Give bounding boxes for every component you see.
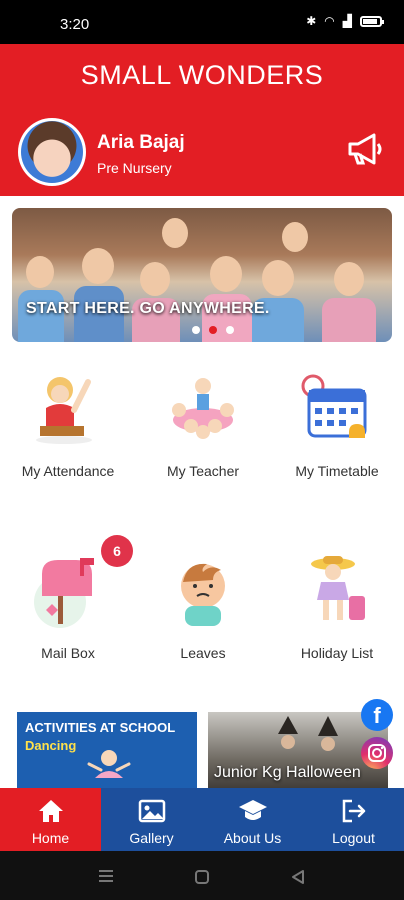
bottom-nav: Home Gallery About Us Logout <box>0 788 404 851</box>
system-nav-bar <box>0 851 404 900</box>
menu-item-leaves[interactable]: Leaves <box>138 552 268 661</box>
mailbox-icon <box>34 558 94 628</box>
status-bar: 3:20 ✱ ◠ ▟ <box>0 0 404 44</box>
wifi-icon: ◠ <box>324 14 335 28</box>
menu-item-label: My Timetable <box>295 463 379 479</box>
menu-item-mail-box[interactable]: Mail Box <box>3 552 133 661</box>
menu-item-my-teacher[interactable]: My Teacher <box>138 370 268 479</box>
nav-label: Logout <box>332 830 375 846</box>
nav-home[interactable]: Home <box>0 788 101 851</box>
menu-item-label: My Attendance <box>21 463 115 479</box>
banner-caption: START HERE. GO ANYWHERE. <box>26 300 270 317</box>
attendance-icon <box>36 377 92 444</box>
megaphone-icon[interactable] <box>346 132 386 166</box>
calendar-icon <box>301 374 367 438</box>
holiday-icon <box>311 556 365 620</box>
battery-icon <box>360 15 384 27</box>
activities-title: ACTIVITIES AT SCHOOL <box>25 720 176 735</box>
carousel-dot[interactable] <box>192 326 200 334</box>
home-button-icon[interactable] <box>194 869 210 885</box>
dancer-illustration <box>87 750 131 778</box>
gallery-icon <box>138 799 165 823</box>
bluetooth-icon: ✱ <box>306 14 317 28</box>
avatar[interactable] <box>18 118 86 186</box>
status-time: 3:20 <box>60 16 90 33</box>
student-class: Pre Nursery <box>97 160 172 176</box>
mail-badge: 6 <box>101 535 133 567</box>
graduation-cap-icon <box>238 800 267 820</box>
carousel-dot[interactable] <box>226 326 234 334</box>
app-header: SMALL WONDERS Aria Bajaj Pre Nursery <box>0 44 404 196</box>
banner-carousel[interactable]: START HERE. GO ANYWHERE. <box>12 208 392 342</box>
instagram-icon[interactable] <box>361 737 393 769</box>
back-icon[interactable] <box>290 869 306 885</box>
facebook-icon[interactable]: f <box>361 699 393 731</box>
event-title: Junior Kg Halloween <box>214 764 361 781</box>
nav-label: Home <box>31 830 70 846</box>
menu-item-my-timetable[interactable]: My Timetable <box>272 370 402 479</box>
menu-item-my-attendance[interactable]: My Attendance <box>3 370 133 479</box>
nav-about-us[interactable]: About Us <box>202 788 303 851</box>
nav-label: About Us <box>223 830 282 846</box>
recents-icon[interactable] <box>97 869 115 883</box>
menu-item-label: Holiday List <box>300 645 374 661</box>
nav-gallery[interactable]: Gallery <box>101 788 202 851</box>
menu-item-holiday-list[interactable]: Holiday List <box>272 552 402 661</box>
carousel-dot-active[interactable] <box>209 326 217 334</box>
halloween-photo <box>278 716 338 751</box>
signal-icon: ▟ <box>342 14 352 28</box>
app-title: SMALL WONDERS <box>80 60 324 90</box>
menu-item-label: My Teacher <box>166 463 240 479</box>
leaves-icon <box>181 563 225 626</box>
activities-subtitle: Dancing <box>25 738 77 753</box>
menu-item-label: Mail Box <box>41 645 95 661</box>
menu-item-label: Leaves <box>180 645 226 661</box>
carousel-dots[interactable] <box>192 326 234 334</box>
nav-logout[interactable]: Logout <box>303 788 404 851</box>
status-icons: ✱ ◠ ▟ <box>306 14 384 28</box>
activities-card[interactable]: ACTIVITIES AT SCHOOL Dancing <box>17 712 197 792</box>
teacher-icon <box>172 378 234 439</box>
home-icon <box>38 800 63 822</box>
nav-label: Gallery <box>129 830 174 846</box>
student-name: Aria Bajaj <box>97 132 185 153</box>
logout-icon <box>342 799 365 823</box>
